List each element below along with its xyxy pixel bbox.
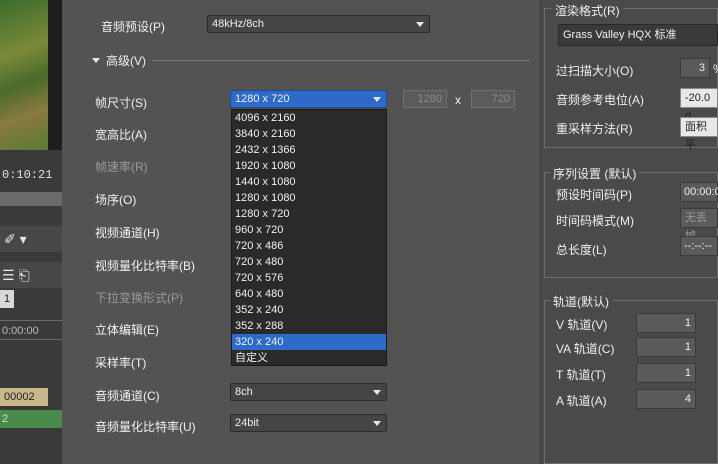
section-divider xyxy=(152,60,530,61)
thumbnail-border xyxy=(48,0,62,150)
frame-size-option[interactable]: 352 x 288 xyxy=(232,318,386,334)
frame-width-input[interactable]: 1280 xyxy=(403,90,447,108)
audio-reference-select[interactable]: -20.0 d xyxy=(680,88,718,122)
preset-timecode-input[interactable]: 00:00:0 xyxy=(680,182,718,202)
resample-label: 重采样方法(R) xyxy=(556,122,633,136)
video-quantization-label: 视频量化比特率(B) xyxy=(95,259,195,273)
preset-timecode-label: 预设时间码(P) xyxy=(556,188,632,202)
v-track-label: V 轨道(V) xyxy=(556,318,608,332)
sample-rate-label: 采样率(T) xyxy=(95,356,147,370)
t-track-label: T 轨道(T) xyxy=(556,368,606,382)
track-number: 1 xyxy=(0,290,14,308)
edit-toolbar[interactable]: ✐ ▾ xyxy=(0,226,62,252)
va-track-label: VA 轨道(C) xyxy=(556,342,615,356)
tracks-title: 轨道(默认) xyxy=(550,293,612,310)
audio-channel-value: 8ch xyxy=(235,386,253,398)
video-channel-label: 视频通道(H) xyxy=(95,226,160,240)
frame-size-option[interactable]: 3840 x 2160 xyxy=(232,126,386,142)
frame-size-option[interactable]: 2432 x 1366 xyxy=(232,142,386,158)
frame-size-option-highlighted[interactable]: 320 x 240 xyxy=(232,334,386,350)
v-track-input[interactable]: 1 xyxy=(636,313,696,333)
frame-size-option[interactable]: 1920 x 1080 xyxy=(232,158,386,174)
audio-preset-value: 48kHz/8ch xyxy=(212,18,264,30)
field-order-label: 场序(O) xyxy=(95,193,137,207)
frame-size-label: 帧尺寸(S) xyxy=(95,96,147,110)
stereo-edit-label: 立体编辑(E) xyxy=(95,323,159,337)
frame-size-option[interactable]: 720 x 480 xyxy=(232,254,386,270)
collapse-triangle-icon xyxy=(92,58,100,63)
t-track-input[interactable]: 1 xyxy=(636,363,696,383)
a-track-input[interactable]: 4 xyxy=(636,389,696,409)
audio-reference-label: 音频参考电位(A) xyxy=(556,93,644,107)
chevron-down-icon xyxy=(416,22,424,27)
frame-size-option[interactable]: 720 x 576 xyxy=(232,270,386,286)
chevron-down-icon xyxy=(373,97,381,102)
audio-quantization-value: 24bit xyxy=(235,417,259,429)
timeline-clip-2[interactable]: 2 xyxy=(0,410,62,428)
va-track-input[interactable]: 1 xyxy=(636,337,696,357)
overscan-label: 过扫描大小(O) xyxy=(556,64,634,78)
audio-quantization-label: 音频量化比特率(U) xyxy=(95,420,196,434)
chevron-down-icon xyxy=(373,390,381,395)
aspect-ratio-label: 宽高比(A) xyxy=(95,128,147,142)
frame-size-option[interactable]: 720 x 486 xyxy=(232,238,386,254)
audio-quantization-select[interactable]: 24bit xyxy=(230,414,387,432)
scroll-bar[interactable] xyxy=(0,192,62,206)
overscan-unit: % xyxy=(713,62,718,76)
total-length-input[interactable]: --:--:-- xyxy=(680,236,718,256)
render-format-select[interactable]: Grass Valley HQX 标准 xyxy=(558,24,718,46)
frame-height-input[interactable]: 720 xyxy=(471,90,515,108)
frame-size-option[interactable]: 1280 x 1080 xyxy=(232,190,386,206)
render-format-title: 渲染格式(R) xyxy=(552,2,623,19)
a-track-label: A 轨道(A) xyxy=(556,394,607,408)
timeline-ruler: 0:00:00 xyxy=(0,320,62,340)
frame-size-value: 1280 x 720 xyxy=(235,93,290,105)
frame-size-option[interactable]: 640 x 480 xyxy=(232,286,386,302)
timeline-clip[interactable]: 00002 xyxy=(0,388,48,406)
chevron-down-icon xyxy=(373,421,381,426)
frame-size-option[interactable]: 1440 x 1080 xyxy=(232,174,386,190)
total-length-label: 总长度(L) xyxy=(556,243,607,257)
frame-size-option[interactable]: 1280 x 720 xyxy=(232,206,386,222)
frame-rate-label: 帧速率(R) xyxy=(95,160,148,174)
timecode-mode-label: 时间码模式(M) xyxy=(556,214,634,228)
clip-toolbar[interactable]: ☰ ⎗ xyxy=(0,262,62,288)
frame-size-dropdown-list[interactable]: 4096 x 2160 3840 x 2160 2432 x 1366 1920… xyxy=(231,109,387,366)
timecode-mode-select[interactable]: 无丢帧 xyxy=(680,208,718,242)
resample-select[interactable]: 面积平 xyxy=(680,117,718,151)
advanced-section-toggle[interactable]: 高级(V) xyxy=(92,52,146,69)
frame-size-select[interactable]: 1280 x 720 xyxy=(230,90,387,108)
frame-dimension-separator: x xyxy=(455,93,461,107)
video-thumbnail xyxy=(0,0,48,150)
audio-channel-label: 音频通道(C) xyxy=(95,389,160,403)
sequence-settings-title: 序列设置 (默认) xyxy=(550,165,640,182)
frame-size-option[interactable]: 960 x 720 xyxy=(232,222,386,238)
audio-preset-label: 音频预设(P) xyxy=(101,20,165,34)
pulldown-label: 下拉变换形式(P) xyxy=(95,291,183,305)
timecode-display: 0:10:21 xyxy=(2,168,53,182)
audio-channel-select[interactable]: 8ch xyxy=(230,383,387,401)
frame-size-option[interactable]: 352 x 240 xyxy=(232,302,386,318)
frame-size-option[interactable]: 4096 x 2160 xyxy=(232,110,386,126)
overscan-input[interactable]: 3 xyxy=(680,58,710,78)
frame-size-option-custom[interactable]: 自定义 xyxy=(232,350,386,366)
audio-preset-select[interactable]: 48kHz/8ch xyxy=(207,15,430,33)
advanced-section-title: 高级(V) xyxy=(106,54,146,68)
